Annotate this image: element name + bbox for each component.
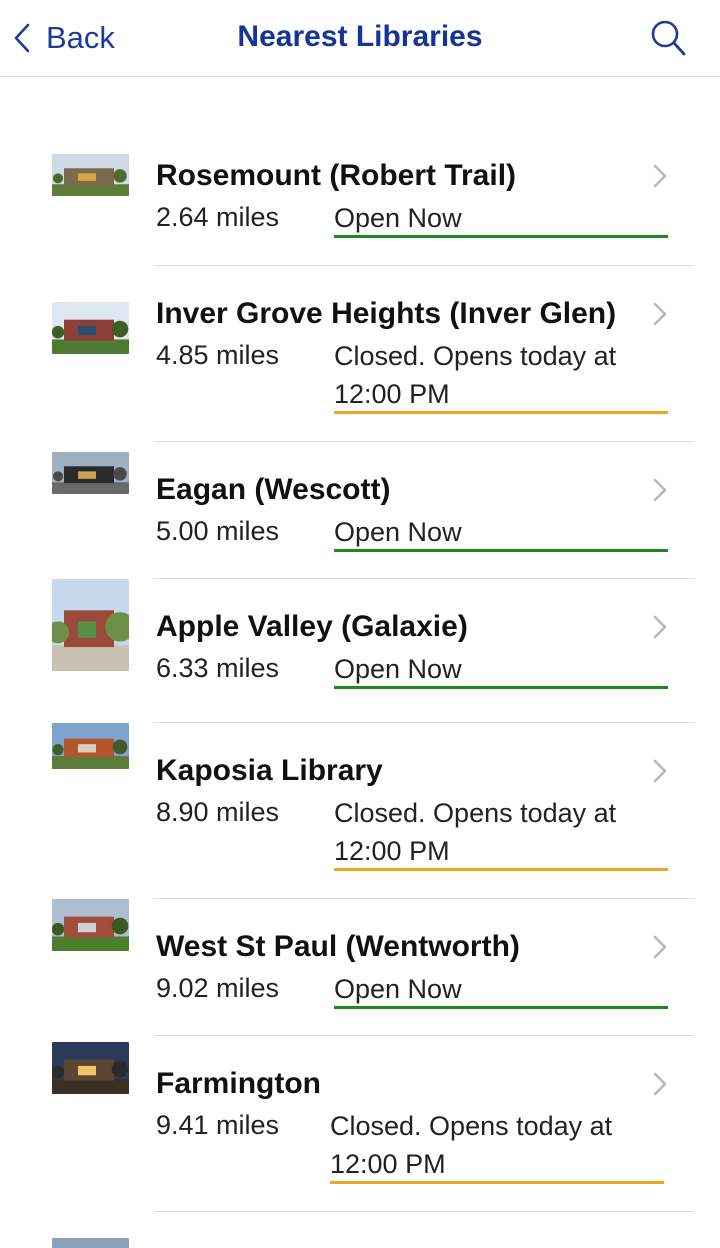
library-status: Open Now (334, 974, 462, 1004)
library-photo (52, 1042, 129, 1094)
chevron-right-icon (653, 759, 667, 783)
search-icon (651, 20, 686, 56)
row-separator (154, 1211, 694, 1212)
library-thumbnail (52, 1238, 129, 1248)
library-name: Farmington (156, 1067, 321, 1100)
library-name: Apple Valley (Galaxie) (156, 610, 468, 643)
library-photo (52, 723, 129, 769)
search-button[interactable] (648, 18, 688, 58)
chevron-right-icon (653, 1072, 667, 1096)
library-name: Eagan (Wescott) (156, 473, 391, 506)
library-distance: 4.85 miles (156, 340, 280, 370)
library-photo (52, 899, 129, 951)
library-status: Open Now (334, 203, 462, 233)
library-name: Inver Grove Heights (Inver Glen) (156, 297, 617, 330)
library-thumbnail (52, 723, 129, 769)
page-title: Nearest Libraries (237, 20, 483, 53)
status-indicator-bar (334, 868, 668, 871)
library-distance: 5.00 miles (156, 516, 280, 546)
library-row[interactable]: Farmington 9.41 miles Closed. Opens today … (0, 1036, 720, 1212)
library-row[interactable]: Rosemount (Robert Trail) 2.64 miles Open N… (0, 128, 720, 266)
library-name: Rosemount (Robert Trail) (156, 159, 517, 192)
status-indicator-bar (334, 1006, 668, 1009)
chevron-right-icon (653, 478, 667, 502)
library-status: Open Now (334, 517, 462, 547)
library-photo (52, 154, 129, 196)
navigation-bar: Back Nearest Libraries (0, 0, 720, 77)
status-indicator-bar (330, 1181, 664, 1184)
library-row[interactable]: Eagan (Wescott) 5.00 miles Open Now (0, 442, 720, 579)
library-status: Closed. Opens today at 12:00 PM (330, 1111, 613, 1179)
library-thumbnail (52, 579, 129, 671)
library-name: Kaposia Library (156, 754, 383, 787)
library-thumbnail (52, 154, 129, 196)
status-indicator-bar (334, 686, 668, 689)
chevron-right-icon (653, 302, 667, 326)
library-distance: 6.33 miles (156, 653, 280, 683)
library-photo (52, 579, 129, 671)
library-photo (52, 452, 129, 494)
status-indicator-bar (334, 411, 668, 414)
library-name: West St Paul (Wentworth) (156, 930, 520, 963)
library-distance: 2.64 miles (156, 202, 280, 232)
library-row[interactable]: Inver Grove Heights (Inver Glen) 4.85 mil… (0, 266, 720, 442)
library-status: Closed. Opens today at 12:00 PM (334, 341, 617, 409)
library-distance: 9.02 miles (156, 973, 280, 1003)
library-row[interactable]: Kaposia Library 8.90 miles Closed. Opens t… (0, 723, 720, 899)
library-status: Closed. Opens today at 12:00 PM (334, 798, 617, 866)
library-photo (52, 302, 129, 354)
status-indicator-bar (334, 549, 668, 552)
chevron-right-icon (653, 164, 667, 188)
status-indicator-bar (334, 235, 668, 238)
library-distance: 9.41 miles (156, 1110, 280, 1140)
library-thumbnail (52, 302, 129, 354)
chevron-right-icon (653, 935, 667, 959)
library-row[interactable]: West St Paul (Wentworth) 9.02 miles Open N… (0, 899, 720, 1036)
library-thumbnail (52, 452, 129, 494)
library-distance: 8.90 miles (156, 797, 280, 827)
chevron-right-icon (653, 615, 667, 639)
library-thumbnail (52, 1042, 129, 1094)
library-status: Open Now (334, 654, 462, 684)
library-thumbnail (52, 899, 129, 951)
library-row[interactable]: Apple Valley (Galaxie) 6.33 miles Open Now (0, 579, 720, 723)
